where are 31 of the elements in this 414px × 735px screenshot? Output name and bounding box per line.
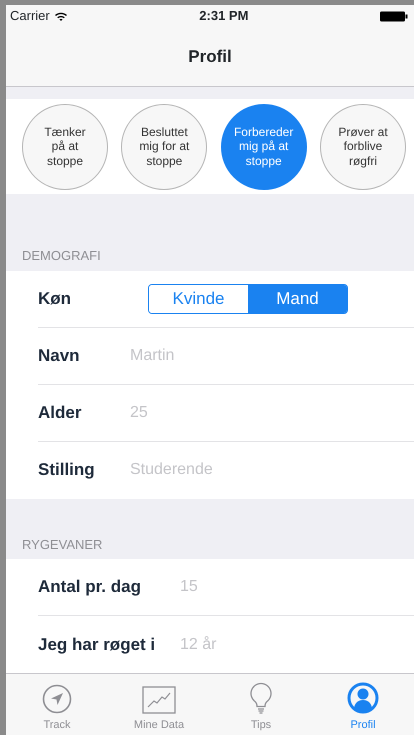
chart-icon [142,686,176,714]
stage-button[interactable]: Tænker på at stoppe [22,104,108,190]
input-field[interactable]: Martin [130,344,310,368]
battery-icon [380,10,408,22]
field-label: Navn [38,344,81,367]
section-header: RYGEVANER [21,536,104,554]
wifi-icon [54,10,68,22]
lightbulb-icon [249,682,273,714]
stage-button[interactable]: Prøver at forblive røgfri [320,104,406,190]
input-field[interactable]: Studerende [130,458,310,482]
stage-button[interactable]: Forbereder mig på at stoppe [220,104,307,190]
input-field[interactable]: 12 år [180,632,360,656]
tab-button[interactable]: Tips [210,674,312,735]
carrier-label: Carrier [10,7,50,26]
segment-button[interactable]: Mand [248,284,347,312]
input-field[interactable]: 25 [130,400,310,424]
field-label: Antal pr. dag [38,576,142,598]
tab-button[interactable]: Track [6,674,108,735]
stage-button[interactable]: Besluttet mig for at stoppe [121,104,208,190]
field-label: Køn [38,288,72,310]
field-label: Jeg har røget i [38,634,156,656]
time-label: 2:31 PM [199,7,248,26]
field-label: Alder [38,402,82,424]
nav-title: Profil [188,46,232,68]
section-header: DEMOGRAFI [21,247,102,265]
navigation-icon [42,684,72,714]
person-icon [347,682,379,714]
field-label: Stilling [38,459,96,482]
tab-button[interactable]: Profil [312,674,414,735]
tab-button[interactable]: Mine Data [108,674,210,735]
input-field[interactable]: 15 [180,575,360,599]
